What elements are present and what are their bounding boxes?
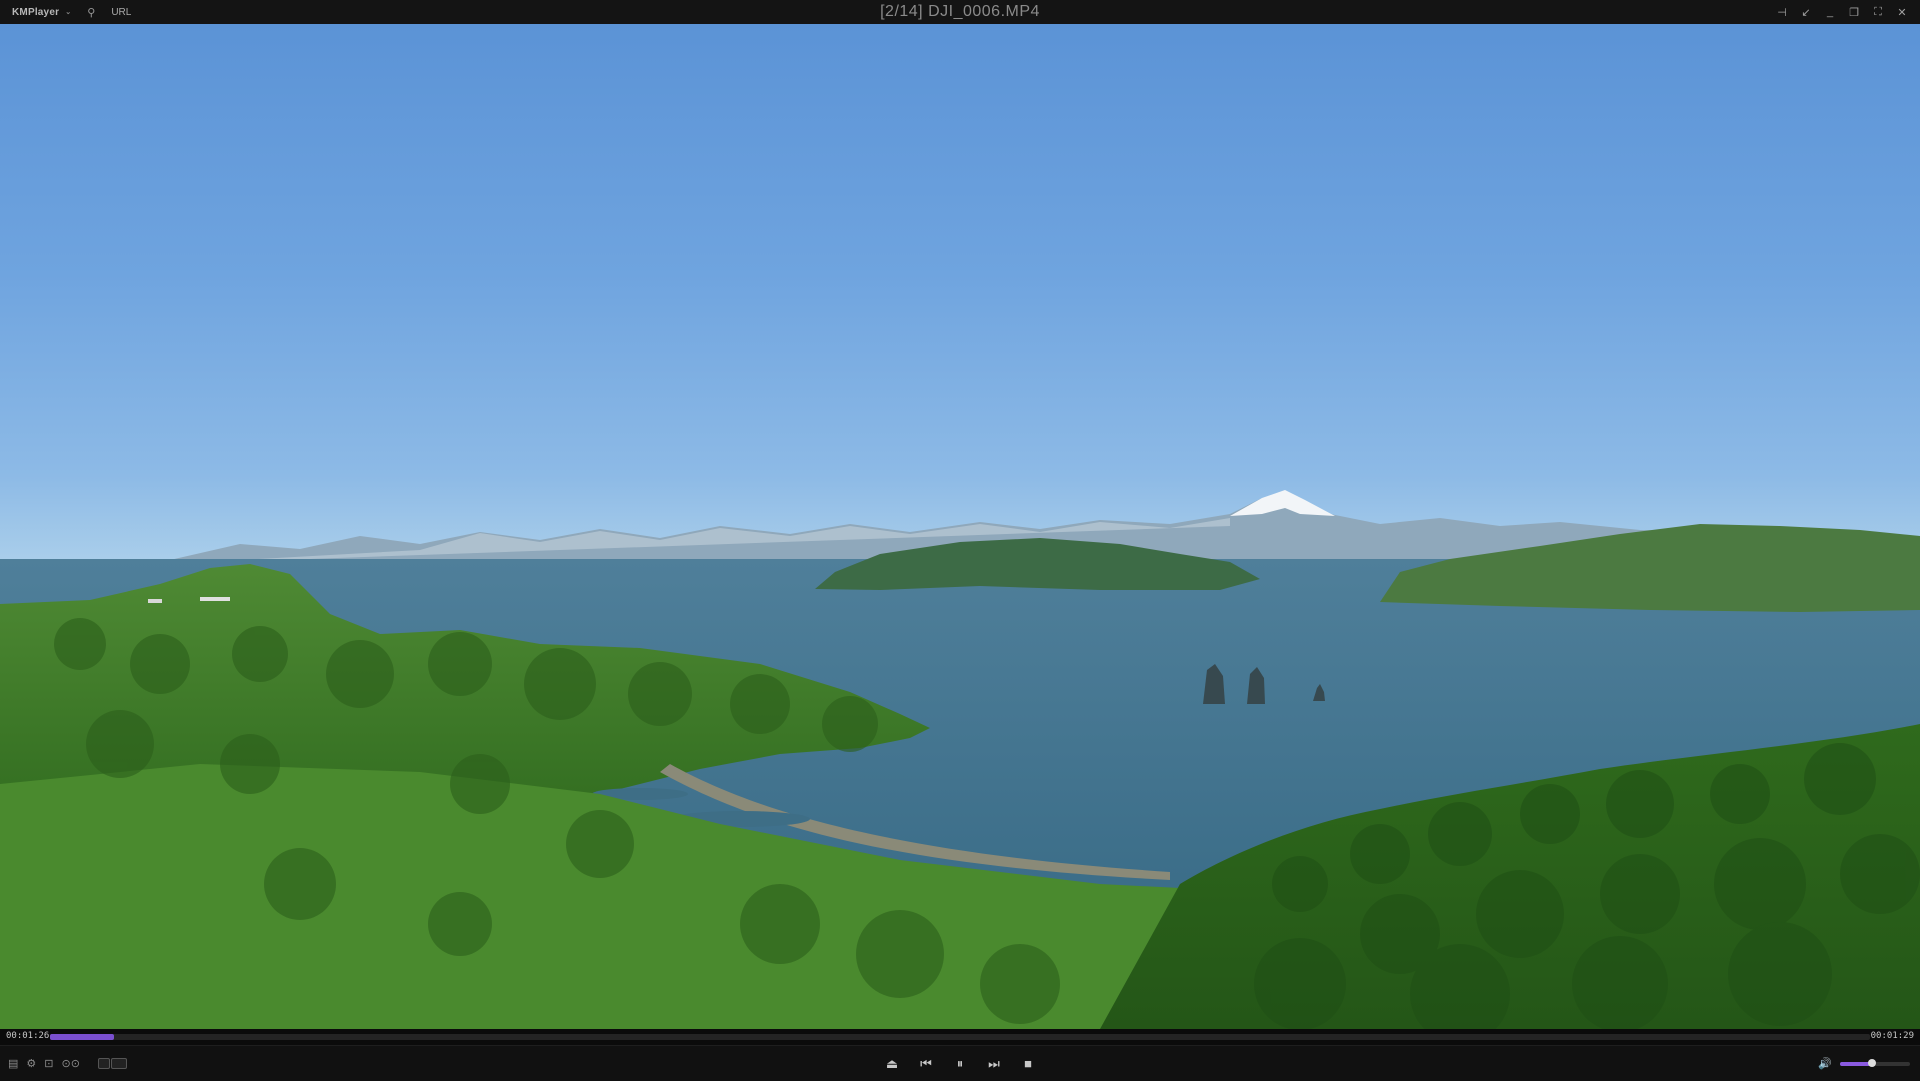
fullscreen-icon[interactable]: ⛶ bbox=[1872, 6, 1884, 19]
eject-icon[interactable]: ⏏ bbox=[885, 1056, 899, 1072]
video-frame[interactable] bbox=[0, 24, 1920, 1029]
seek-bar[interactable] bbox=[50, 1034, 1870, 1040]
window-title: [2/14] DJI_0006.MP4 bbox=[880, 3, 1040, 20]
title-bar: KMPlayer ⌄ ⚲ URL [2/14] DJI_0006.MP4 ⊣ ↙… bbox=[0, 0, 1920, 25]
pin-icon[interactable]: ⊣ bbox=[1776, 6, 1788, 19]
volume-knob[interactable] bbox=[1867, 1058, 1876, 1067]
seek-progress bbox=[50, 1034, 114, 1040]
video-landscape bbox=[0, 490, 1920, 1029]
control-bar: ▤ ⚙ ⊡ ⊙⊙ ⏏ ⏮ ⏸ ⏭ ■ 🔊 bbox=[0, 1045, 1920, 1081]
previous-icon[interactable]: ⏮ bbox=[919, 1056, 933, 1072]
mini-mode-icon[interactable]: ↙ bbox=[1800, 6, 1812, 19]
volume-slider[interactable] bbox=[1840, 1058, 1910, 1067]
app-menu-button[interactable]: KMPlayer ⌄ bbox=[12, 7, 71, 18]
pause-icon[interactable]: ⏸ bbox=[953, 1056, 967, 1072]
volume-icon[interactable]: 🔊 bbox=[1818, 1057, 1832, 1070]
restore-icon[interactable]: ❐ bbox=[1848, 6, 1860, 19]
next-icon[interactable]: ⏭ bbox=[987, 1056, 1001, 1072]
seek-area: 00:01:26 00:01:29 bbox=[0, 1029, 1920, 1045]
close-icon[interactable]: ✕ bbox=[1896, 6, 1908, 19]
total-time: 00:01:29 bbox=[1870, 1031, 1914, 1041]
url-button[interactable]: URL bbox=[111, 7, 131, 18]
pin-small-icon[interactable]: ⚲ bbox=[87, 6, 95, 19]
stop-icon[interactable]: ■ bbox=[1021, 1056, 1035, 1071]
chevron-down-icon: ⌄ bbox=[65, 9, 72, 16]
minimize-icon[interactable]: _ bbox=[1824, 6, 1836, 18]
current-time: 00:01:26 bbox=[6, 1031, 50, 1041]
volume-level bbox=[1840, 1061, 1872, 1066]
app-logo: KMPlayer bbox=[12, 6, 60, 18]
